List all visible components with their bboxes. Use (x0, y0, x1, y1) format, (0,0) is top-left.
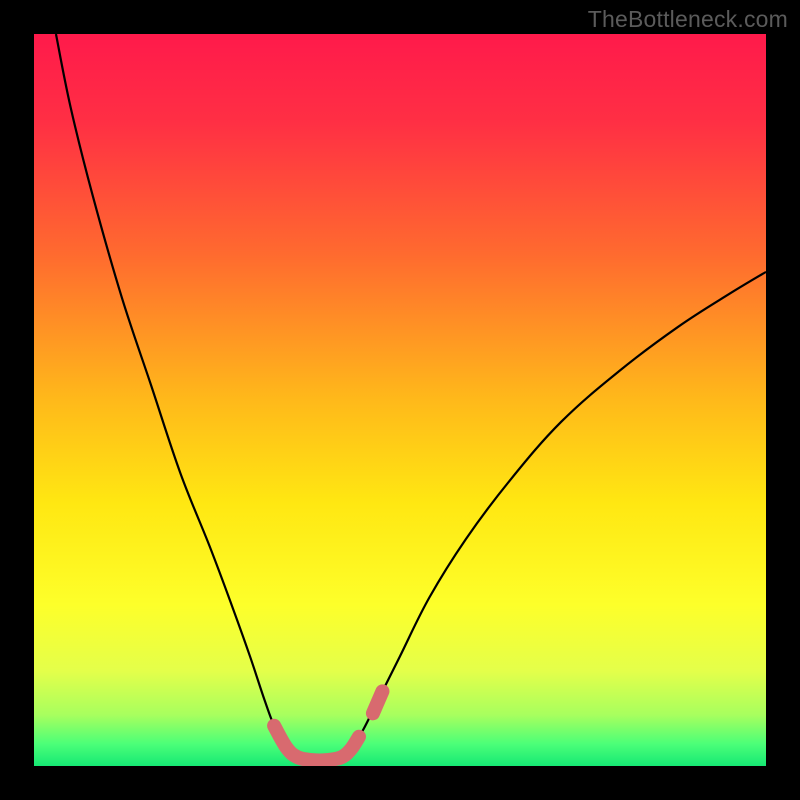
highlight-segment-1 (373, 691, 383, 713)
chart-svg (34, 34, 766, 766)
plot-area (34, 34, 766, 766)
watermark-text: TheBottleneck.com (588, 6, 788, 33)
chart-frame: TheBottleneck.com (0, 0, 800, 800)
